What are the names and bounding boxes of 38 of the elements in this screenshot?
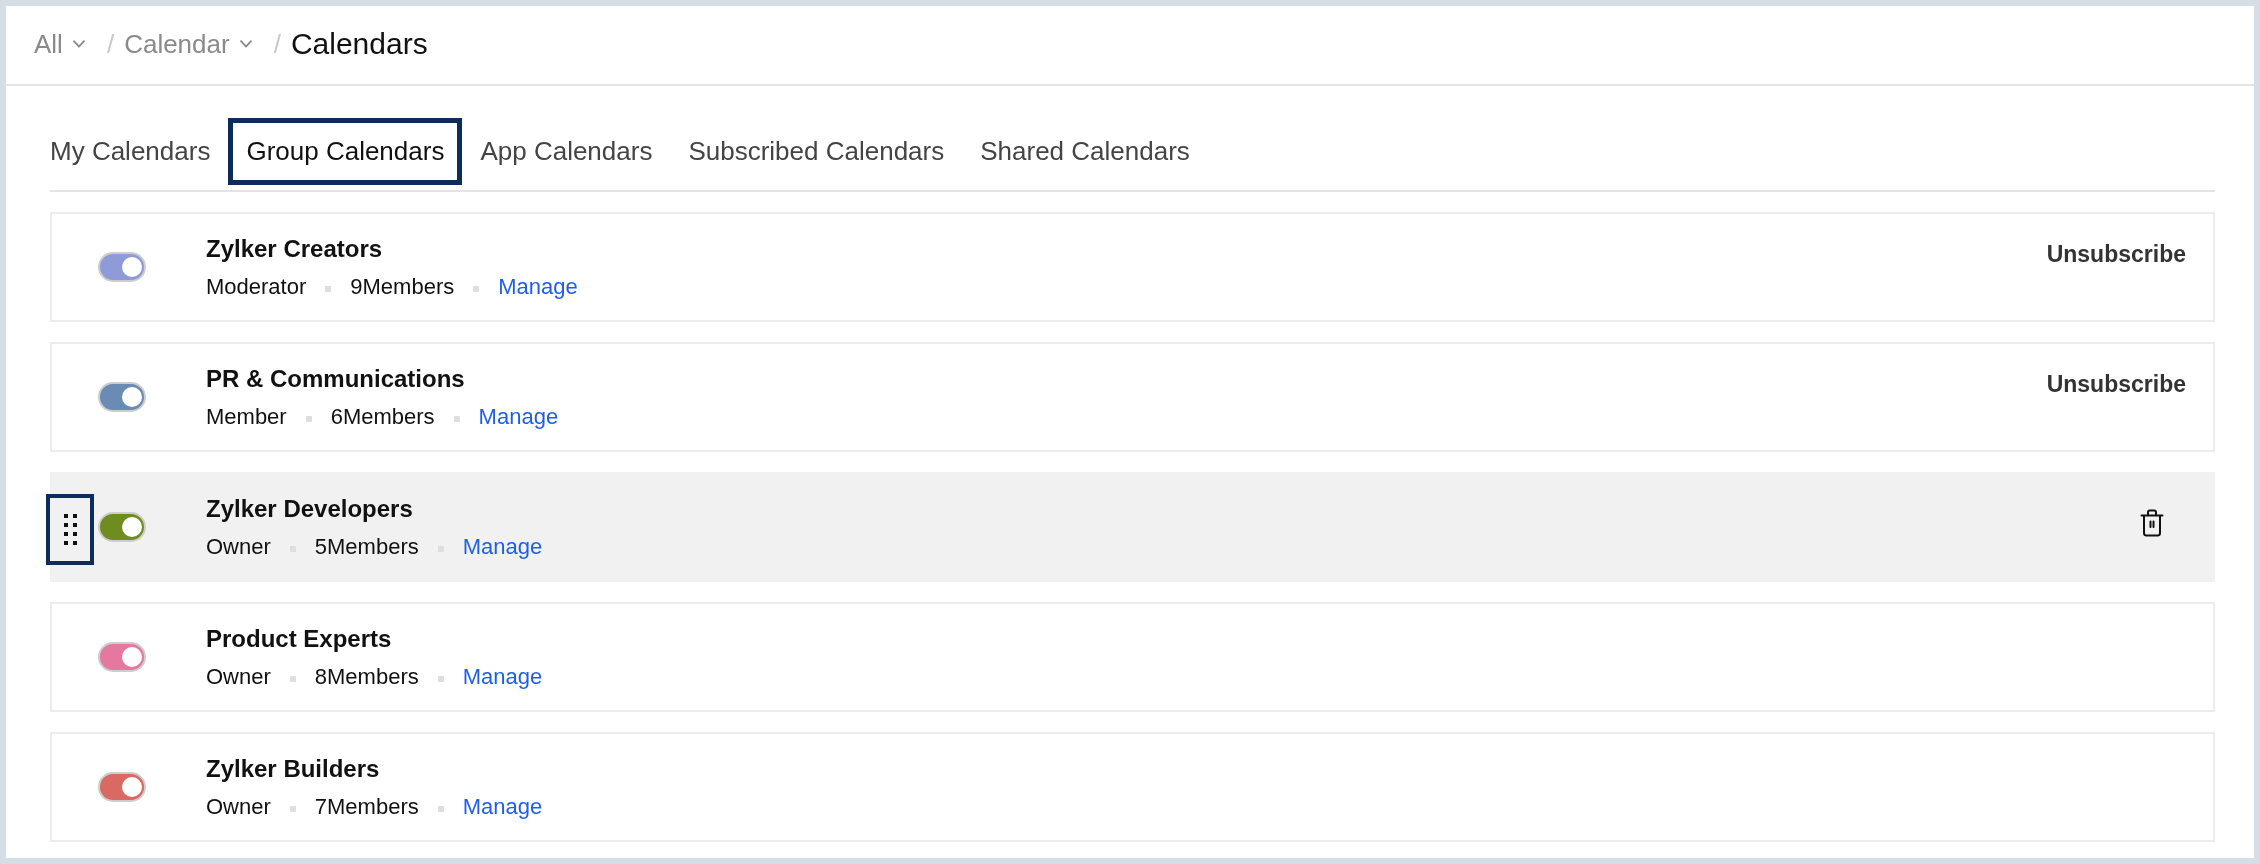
manage-link[interactable]: Manage (462, 532, 543, 562)
drag-handle[interactable] (46, 494, 94, 565)
role-label: Moderator (206, 273, 307, 301)
toggle-switch[interactable] (98, 382, 146, 412)
breadcrumb-current[interactable]: Calendars (290, 26, 428, 62)
grip-dots-icon (63, 514, 77, 545)
role-label: Owner (206, 533, 271, 561)
role-label: Member (206, 403, 287, 431)
toggle-switch[interactable] (98, 512, 146, 542)
calendar-name: Zylker Builders (206, 754, 381, 784)
breadcrumb-separator: / (273, 28, 281, 61)
calendar-name: Product Experts (206, 624, 393, 654)
member-count: 6Members (330, 403, 435, 431)
tab[interactable]: App Calendars (462, 118, 671, 185)
calendar-name: PR & Communications (206, 364, 466, 394)
tab[interactable]: My Calendars (32, 118, 229, 185)
tab[interactable]: Group Calendars (228, 118, 463, 185)
breadcrumb-separator: / (106, 28, 115, 61)
trash-icon[interactable] (2140, 509, 2164, 537)
manage-link[interactable]: Manage (498, 272, 578, 302)
role-label: Owner (206, 793, 271, 821)
unsubscribe-button[interactable]: Unsubscribe (2046, 370, 2186, 398)
member-count: 7Members (314, 793, 419, 821)
manage-link[interactable]: Manage (462, 662, 543, 692)
member-count: 8Members (314, 663, 419, 691)
calendar-name: Zylker Developers (206, 494, 414, 524)
unsubscribe-button[interactable]: Unsubscribe (2046, 240, 2186, 268)
member-count: 9Members (350, 273, 455, 301)
toggle-switch[interactable] (98, 252, 146, 282)
calendar-name: Zylker Creators (206, 234, 384, 264)
tab[interactable]: Shared Calendars (962, 118, 1208, 185)
toggle-switch[interactable] (98, 642, 146, 672)
manage-link[interactable]: Manage (478, 402, 559, 432)
manage-link[interactable]: Manage (462, 792, 543, 822)
tab[interactable]: Subscribed Calendars (670, 118, 963, 185)
toggle-switch[interactable] (98, 772, 146, 802)
member-count: 5Members (314, 533, 419, 561)
role-label: Owner (206, 663, 271, 691)
